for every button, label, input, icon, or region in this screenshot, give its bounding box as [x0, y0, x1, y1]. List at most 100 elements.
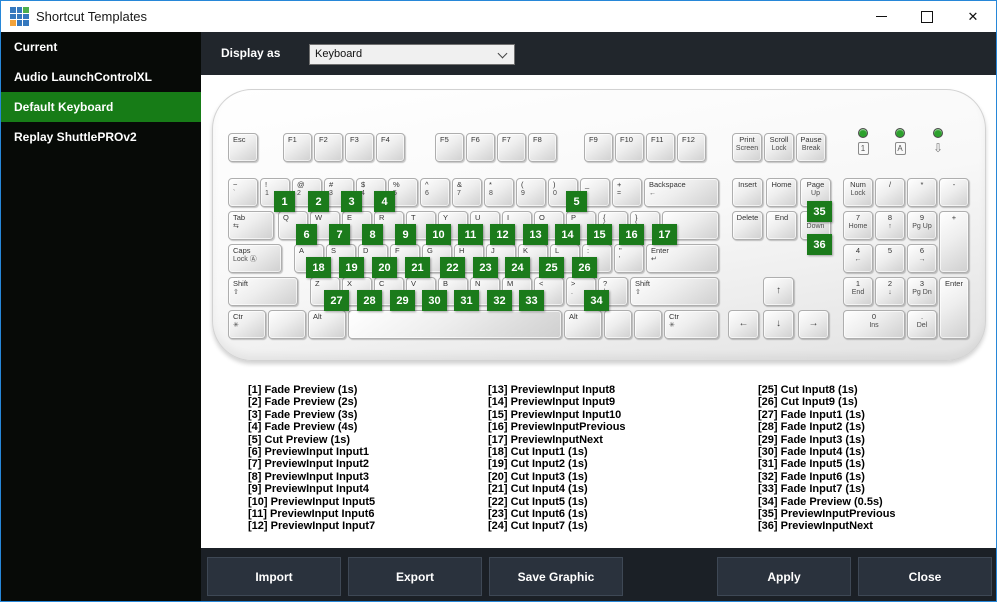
assigned-key-1[interactable]: 1 [274, 191, 295, 212]
display-as-select[interactable]: Keyboard [309, 44, 515, 65]
key-home[interactable]: Home [766, 178, 797, 207]
key-scroll[interactable]: Scroll Lock [764, 133, 794, 162]
assigned-key-9[interactable]: 9 [395, 224, 416, 245]
maximize-button[interactable] [904, 1, 950, 32]
close-button[interactable]: Close [858, 557, 992, 596]
key-blank[interactable]: ← [728, 310, 759, 339]
key-f9[interactable]: F9 [584, 133, 613, 162]
key-alt[interactable]: Alt [308, 310, 346, 339]
key-blank[interactable]: * 8 [484, 178, 514, 207]
close-button[interactable]: ✕ [950, 1, 996, 32]
assigned-key-31[interactable]: 31 [454, 290, 479, 311]
assigned-key-5[interactable]: 5 [566, 191, 587, 212]
key-3[interactable]: 3 Pg Dn [907, 277, 937, 306]
key-f1[interactable]: F1 [283, 133, 312, 162]
key-0[interactable]: 0 Ins [843, 310, 905, 339]
key-2[interactable]: 2 ↓ [875, 277, 905, 306]
assigned-key-8[interactable]: 8 [362, 224, 383, 245]
assigned-key-22[interactable]: 22 [440, 257, 465, 278]
key-shift[interactable]: Shift ⇧ [228, 277, 298, 306]
sidebar-item-current[interactable]: Current [1, 32, 201, 62]
key-blank[interactable]: + = [612, 178, 642, 207]
key-pause[interactable]: Pause Break [796, 133, 826, 162]
key-1[interactable]: 1 End [843, 277, 873, 306]
assigned-key-15[interactable]: 15 [587, 224, 612, 245]
key-enter[interactable]: Enter [939, 277, 969, 339]
key-f6[interactable]: F6 [466, 133, 495, 162]
key-f12[interactable]: F12 [677, 133, 706, 162]
assigned-key-2[interactable]: 2 [308, 191, 329, 212]
assigned-key-20[interactable]: 20 [372, 257, 397, 278]
assigned-key-33[interactable]: 33 [519, 290, 544, 311]
key-blank[interactable] [604, 310, 632, 339]
key-f8[interactable]: F8 [528, 133, 557, 162]
assigned-key-29[interactable]: 29 [390, 290, 415, 311]
key-alt[interactable]: Alt [564, 310, 602, 339]
assigned-key-16[interactable]: 16 [619, 224, 644, 245]
assigned-key-36[interactable]: 36 [807, 234, 832, 255]
assigned-key-34[interactable]: 34 [584, 290, 609, 311]
key-num[interactable]: Num Lock [843, 178, 873, 207]
assigned-key-32[interactable]: 32 [487, 290, 512, 311]
assigned-key-21[interactable]: 21 [405, 257, 430, 278]
assigned-key-3[interactable]: 3 [341, 191, 362, 212]
key-blank[interactable]: ↓ [763, 310, 794, 339]
assigned-key-12[interactable]: 12 [490, 224, 515, 245]
assigned-key-35[interactable]: 35 [807, 201, 832, 222]
sidebar-item-replay-shuttleprov2[interactable]: Replay ShuttlePROv2 [1, 122, 201, 152]
key-insert[interactable]: Insert [732, 178, 763, 207]
key-blank[interactable]: ~ ` [228, 178, 258, 207]
assigned-key-19[interactable]: 19 [339, 257, 364, 278]
key-ctr[interactable]: Ctr ✳ [228, 310, 266, 339]
key-shift[interactable]: Shift ⇧ [630, 277, 719, 306]
assigned-key-30[interactable]: 30 [422, 290, 447, 311]
key-f4[interactable]: F4 [376, 133, 405, 162]
key-backspace[interactable]: Backspace ← [644, 178, 719, 207]
key-print[interactable]: Print Screen [732, 133, 762, 162]
assigned-key-13[interactable]: 13 [523, 224, 548, 245]
minimize-button[interactable] [858, 1, 904, 32]
key-blank[interactable]: → [798, 310, 829, 339]
key-f10[interactable]: F10 [615, 133, 644, 162]
key-delete[interactable]: Delete [732, 211, 763, 240]
key-9[interactable]: 9 Pg Up [907, 211, 937, 240]
sidebar-item-default-keyboard[interactable]: Default Keyboard [1, 92, 201, 122]
key-blank[interactable]: ^ 6 [420, 178, 450, 207]
key-blank[interactable]: / [875, 178, 905, 207]
key-end[interactable]: End [766, 211, 797, 240]
key-blank[interactable]: * [907, 178, 937, 207]
key-f5[interactable]: F5 [435, 133, 464, 162]
key-esc[interactable]: Esc [228, 133, 258, 162]
assigned-key-14[interactable]: 14 [555, 224, 580, 245]
key-6[interactable]: 6 → [907, 244, 937, 273]
key-ctr[interactable]: Ctr ✳ [664, 310, 719, 339]
assigned-key-11[interactable]: 11 [458, 224, 483, 245]
assigned-key-23[interactable]: 23 [473, 257, 498, 278]
assigned-key-17[interactable]: 17 [652, 224, 677, 245]
key-f11[interactable]: F11 [646, 133, 675, 162]
key-blank[interactable]: + [939, 211, 969, 273]
assigned-key-10[interactable]: 10 [426, 224, 451, 245]
key-5[interactable]: 5 [875, 244, 905, 273]
sidebar-item-audio-launchcontrolxl[interactable]: Audio LaunchControlXL [1, 62, 201, 92]
assigned-key-6[interactable]: 6 [296, 224, 317, 245]
key-blank[interactable]: ↑ [763, 277, 794, 306]
apply-button[interactable]: Apply [717, 557, 851, 596]
key-4[interactable]: 4 ← [843, 244, 873, 273]
assigned-key-4[interactable]: 4 [374, 191, 395, 212]
assigned-key-27[interactable]: 27 [324, 290, 349, 311]
import-button[interactable]: Import [207, 557, 341, 596]
assigned-key-24[interactable]: 24 [505, 257, 530, 278]
key-f3[interactable]: F3 [345, 133, 374, 162]
key-enter[interactable]: Enter ↵ [646, 244, 719, 273]
assigned-key-7[interactable]: 7 [329, 224, 350, 245]
assigned-key-26[interactable]: 26 [572, 257, 597, 278]
key-blank[interactable] [268, 310, 306, 339]
export-button[interactable]: Export [348, 557, 482, 596]
assigned-key-25[interactable]: 25 [539, 257, 564, 278]
key-blank[interactable] [348, 310, 562, 339]
key-blank[interactable]: - [939, 178, 969, 207]
assigned-key-18[interactable]: 18 [306, 257, 331, 278]
key-blank[interactable]: " ' [614, 244, 644, 273]
key-8[interactable]: 8 ↑ [875, 211, 905, 240]
